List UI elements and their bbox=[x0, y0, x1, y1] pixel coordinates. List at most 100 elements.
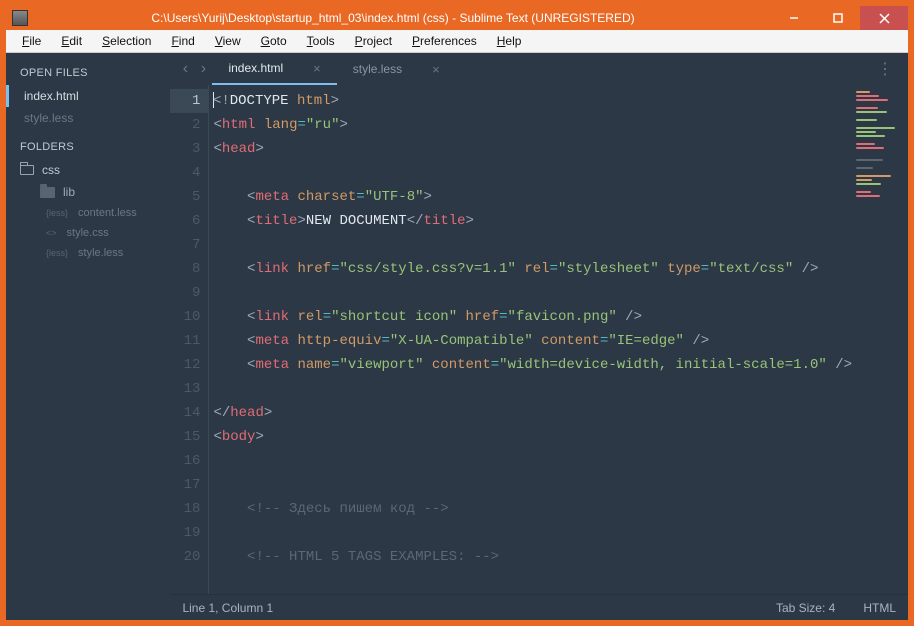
file-type-badge: <> bbox=[46, 228, 57, 238]
open-file-label: index.html bbox=[24, 89, 79, 103]
line-number: 16 bbox=[170, 449, 208, 473]
code-line[interactable] bbox=[209, 161, 852, 185]
menubar: FileEditSelectionFindViewGotoToolsProjec… bbox=[6, 30, 908, 53]
open-file-index-html[interactable]: index.html bbox=[6, 85, 170, 107]
main-area: ‹ › index.html × style.less × ⋮ 12345678… bbox=[170, 53, 908, 620]
status-syntax[interactable]: HTML bbox=[863, 601, 896, 615]
line-number: 14 bbox=[170, 401, 208, 425]
folder-open-icon bbox=[20, 165, 34, 175]
nav-back-button[interactable]: ‹ bbox=[176, 60, 194, 78]
code-line[interactable] bbox=[209, 473, 852, 497]
line-number: 15 bbox=[170, 425, 208, 449]
file-label: style.css bbox=[67, 227, 109, 239]
line-number: 20 bbox=[170, 545, 208, 569]
file-label: style.less bbox=[78, 247, 123, 259]
minimap[interactable] bbox=[852, 85, 908, 594]
line-number: 1 bbox=[170, 89, 208, 113]
open-file-style-less[interactable]: style.less bbox=[6, 107, 170, 129]
menu-edit[interactable]: Edit bbox=[51, 32, 92, 50]
line-number: 2 bbox=[170, 113, 208, 137]
code-line[interactable]: <meta http-equiv="X-UA-Compatible" conte… bbox=[209, 329, 852, 353]
line-number: 10 bbox=[170, 305, 208, 329]
line-number: 7 bbox=[170, 233, 208, 257]
tab-label: index.html bbox=[228, 61, 283, 75]
line-number: 8 bbox=[170, 257, 208, 281]
code-line[interactable] bbox=[209, 233, 852, 257]
menu-find[interactable]: Find bbox=[161, 32, 204, 50]
tab-index-html[interactable]: index.html × bbox=[212, 53, 336, 85]
titlebar[interactable]: C:\Users\Yurij\Desktop\startup_html_03\i… bbox=[6, 6, 908, 30]
menu-goto[interactable]: Goto bbox=[251, 32, 297, 50]
tab-style-less[interactable]: style.less × bbox=[337, 53, 456, 85]
code-line[interactable]: <body> bbox=[209, 425, 852, 449]
folder-icon bbox=[40, 187, 55, 198]
line-number: 11 bbox=[170, 329, 208, 353]
close-button[interactable] bbox=[860, 6, 908, 30]
menu-selection[interactable]: Selection bbox=[92, 32, 161, 50]
tab-close-icon[interactable]: × bbox=[313, 61, 321, 76]
file-label: content.less bbox=[78, 207, 137, 219]
folder-label: css bbox=[42, 163, 60, 177]
file-content-less[interactable]: {less} content.less bbox=[6, 203, 170, 223]
line-number: 6 bbox=[170, 209, 208, 233]
status-bar: Line 1, Column 1 Tab Size: 4 HTML bbox=[170, 594, 908, 620]
nav-forward-button[interactable]: › bbox=[194, 60, 212, 78]
folder-label: lib bbox=[63, 185, 75, 199]
line-number: 3 bbox=[170, 137, 208, 161]
tab-row: ‹ › index.html × style.less × ⋮ bbox=[170, 53, 908, 85]
file-type-badge: {less} bbox=[46, 248, 68, 258]
code-line[interactable] bbox=[209, 449, 852, 473]
code-line[interactable]: <link href="css/style.css?v=1.1" rel="st… bbox=[209, 257, 852, 281]
file-style-less[interactable]: {less} style.less bbox=[6, 243, 170, 263]
line-number: 19 bbox=[170, 521, 208, 545]
code-line[interactable]: <html lang="ru"> bbox=[209, 113, 852, 137]
line-number: 9 bbox=[170, 281, 208, 305]
line-number: 18 bbox=[170, 497, 208, 521]
menu-project[interactable]: Project bbox=[345, 32, 402, 50]
minimize-button[interactable] bbox=[772, 6, 816, 30]
code-line[interactable]: <meta name="viewport" content="width=dev… bbox=[209, 353, 852, 377]
code-area[interactable]: <!DOCTYPE html><html lang="ru"><head> <m… bbox=[208, 85, 852, 594]
code-line[interactable]: <head> bbox=[209, 137, 852, 161]
sublime-window: C:\Users\Yurij\Desktop\startup_html_03\i… bbox=[6, 6, 908, 620]
code-line[interactable] bbox=[209, 281, 852, 305]
code-line[interactable]: </head> bbox=[209, 401, 852, 425]
code-line[interactable]: <!DOCTYPE html> bbox=[209, 89, 852, 113]
code-line[interactable] bbox=[209, 377, 852, 401]
line-number: 17 bbox=[170, 473, 208, 497]
minimize-icon bbox=[789, 13, 799, 23]
maximize-button[interactable] bbox=[816, 6, 860, 30]
status-position[interactable]: Line 1, Column 1 bbox=[182, 601, 273, 615]
menu-file[interactable]: File bbox=[12, 32, 51, 50]
editor[interactable]: 1234567891011121314151617181920 <!DOCTYP… bbox=[170, 85, 908, 594]
open-file-label: style.less bbox=[24, 111, 73, 125]
code-line[interactable]: <link rel="shortcut icon" href="favicon.… bbox=[209, 305, 852, 329]
code-line[interactable]: <meta charset="UTF-8"> bbox=[209, 185, 852, 209]
code-line[interactable]: <!-- Здесь пишем код --> bbox=[209, 497, 852, 521]
close-icon bbox=[879, 13, 890, 24]
menu-preferences[interactable]: Preferences bbox=[402, 32, 487, 50]
menu-help[interactable]: Help bbox=[487, 32, 532, 50]
folder-css[interactable]: css bbox=[6, 159, 170, 181]
app-body: OPEN FILES index.html style.less FOLDERS… bbox=[6, 53, 908, 620]
folder-lib[interactable]: lib bbox=[6, 181, 170, 203]
line-number: 5 bbox=[170, 185, 208, 209]
sidebar: OPEN FILES index.html style.less FOLDERS… bbox=[6, 53, 170, 620]
file-style-css[interactable]: <> style.css bbox=[6, 223, 170, 243]
tab-overflow-button[interactable]: ⋮ bbox=[877, 59, 894, 79]
code-line[interactable] bbox=[209, 521, 852, 545]
open-files-header: OPEN FILES bbox=[6, 61, 170, 85]
code-line[interactable]: <!-- HTML 5 TAGS EXAMPLES: --> bbox=[209, 545, 852, 569]
app-icon bbox=[12, 10, 28, 26]
status-tabsize[interactable]: Tab Size: 4 bbox=[776, 601, 835, 615]
folders-header: FOLDERS bbox=[6, 135, 170, 159]
code-line[interactable]: <title>NEW DOCUMENT</title> bbox=[209, 209, 852, 233]
menu-tools[interactable]: Tools bbox=[297, 32, 345, 50]
line-number: 4 bbox=[170, 161, 208, 185]
gutter: 1234567891011121314151617181920 bbox=[170, 85, 208, 594]
tab-label: style.less bbox=[353, 62, 402, 76]
window-title: C:\Users\Yurij\Desktop\startup_html_03\i… bbox=[34, 11, 772, 25]
menu-view[interactable]: View bbox=[205, 32, 251, 50]
file-type-badge: {less} bbox=[46, 208, 68, 218]
tab-close-icon[interactable]: × bbox=[432, 62, 440, 77]
